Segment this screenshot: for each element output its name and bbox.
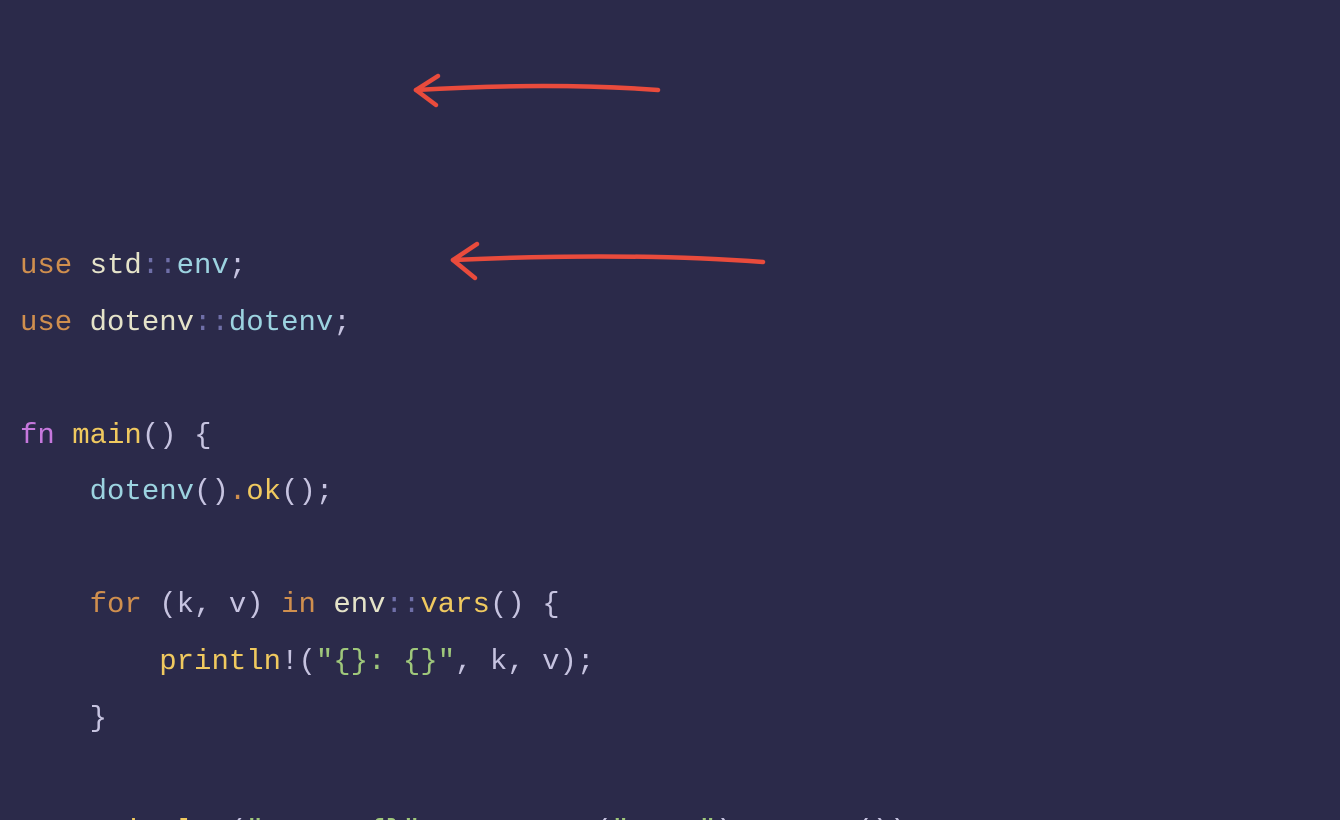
code-line-11: println!("PATH: {}", env::var("PATH").un… [20,804,1320,820]
var-v: v [542,645,559,678]
path-separator: :: [386,588,421,621]
comma: , [507,645,524,678]
semicolon: ; [333,306,350,339]
keyword-use: use [20,249,72,282]
keyword-use: use [20,306,72,339]
rparen: ) [507,588,524,621]
var-v: v [229,588,246,621]
lparen: ( [159,588,176,621]
keyword-for: for [90,588,142,621]
code-line-3-blank [20,351,1320,408]
call-unwrap: unwrap [751,815,855,820]
call-vars: vars [420,588,490,621]
module-env: env [177,249,229,282]
string-PATH: "PATH" [612,815,716,820]
path-separator: :: [194,306,229,339]
string-path-fmt: "PATH: {}" [246,815,420,820]
comma: , [455,645,472,678]
module-env: env [455,815,507,820]
lparen: ( [490,588,507,621]
var-k: k [490,645,507,678]
rparen: ) [159,419,176,452]
lbrace: { [542,588,559,621]
semicolon: ; [229,249,246,282]
arrow-annotation-top [390,70,670,110]
path-separator: :: [142,249,177,282]
keyword-fn: fn [20,419,55,452]
code-editor-view: { "code": { "use": "use", "fn": "fn", "f… [0,0,1340,820]
call-var: var [542,815,594,820]
semicolon: ; [908,815,925,820]
code-line-4: fn main() { [20,408,1320,465]
code-line-9: } [20,691,1320,748]
code-line-8: println!("{}: {}", k, v); [20,634,1320,691]
comma: , [194,588,211,621]
lparen: ( [298,645,315,678]
var-k: k [177,588,194,621]
lparen: ( [855,815,872,820]
lparen: ( [142,419,159,452]
code-line-5: dotenv().ok(); [20,464,1320,521]
call-ok: ok [246,475,281,508]
rparen: ) [246,588,263,621]
bang: ! [281,645,298,678]
module-std: std [90,249,142,282]
lbrace: { [194,419,211,452]
dot: . [734,815,751,820]
dot: . [229,475,246,508]
comma: , [420,815,437,820]
rparen: ) [890,815,907,820]
rparen: ) [298,475,315,508]
bang: ! [211,815,228,820]
semicolon: ; [316,475,333,508]
code-line-6-blank [20,521,1320,578]
module-dotenv: dotenv [90,306,194,339]
rparen: ) [716,815,733,820]
module-env: env [333,588,385,621]
macro-println: println [159,645,281,678]
lparen: ( [194,475,211,508]
code-line-10-blank [20,747,1320,804]
semicolon: ; [577,645,594,678]
code-block: use std::env;use dotenv::dotenv; fn main… [20,238,1320,820]
call-dotenv: dotenv [90,475,194,508]
keyword-in: in [281,588,316,621]
macro-println: println [90,815,212,820]
rparen: ) [211,475,228,508]
lparen: ( [281,475,298,508]
path-separator: :: [507,815,542,820]
lparen: ( [594,815,611,820]
rparen: ) [560,645,577,678]
code-line-1: use std::env; [20,238,1320,295]
fn-dotenv: dotenv [229,306,333,339]
code-line-2: use dotenv::dotenv; [20,295,1320,352]
rparen: ) [873,815,890,820]
fn-main: main [72,419,142,452]
lparen: ( [229,815,246,820]
code-line-7: for (k, v) in env::vars() { [20,577,1320,634]
string-fmt-kv: "{}: {}" [316,645,455,678]
rbrace: } [90,702,107,735]
